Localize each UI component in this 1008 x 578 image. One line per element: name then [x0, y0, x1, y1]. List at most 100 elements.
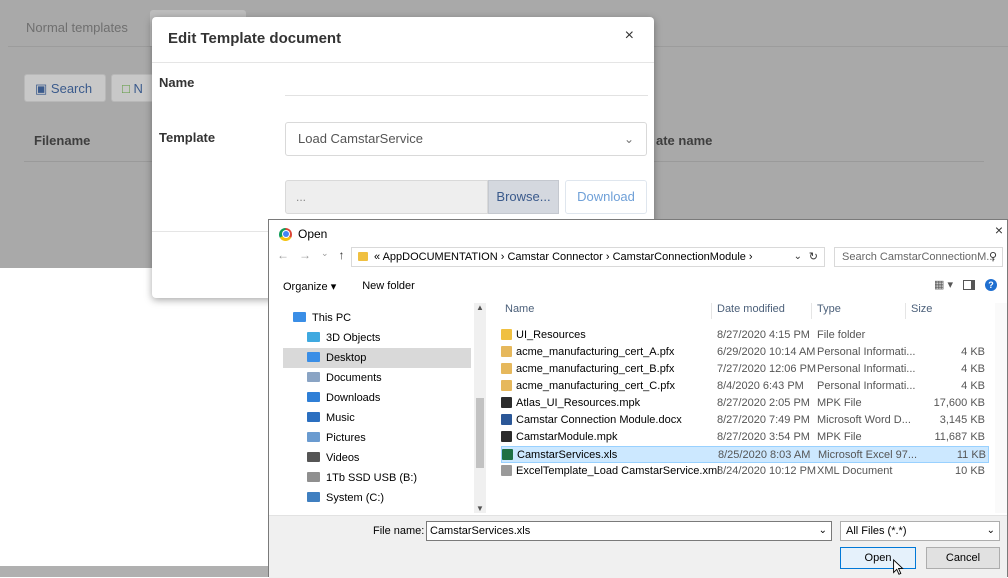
mpk-file-icon: [501, 431, 512, 442]
folder-icon: [501, 329, 512, 340]
navigation-scrollbar[interactable]: ▲ ▼: [474, 303, 486, 513]
nav-item-label: Downloads: [326, 392, 381, 404]
nav-item-label: Videos: [326, 452, 360, 464]
certificate-icon: [501, 346, 512, 357]
template-select[interactable]: Load CamstarService ⌄: [285, 122, 647, 156]
chevron-down-icon[interactable]: ⌄: [794, 251, 802, 262]
tab-normal-templates[interactable]: Normal templates: [8, 10, 146, 46]
nav-item-desktop[interactable]: Desktop: [283, 348, 471, 368]
back-arrow-icon[interactable]: ←: [277, 248, 289, 262]
nav-item-system-drive[interactable]: System (C:): [283, 488, 471, 508]
file-row-selected[interactable]: CamstarServices.xls 8/25/2020 8:03 AM Mi…: [501, 446, 989, 463]
file-path-field[interactable]: ...: [285, 180, 488, 214]
scroll-down-icon[interactable]: ▼: [476, 504, 484, 513]
file-row[interactable]: ExcelTemplate_Load CamstarService.xml 8/…: [501, 463, 989, 480]
file-name: CamstarServices.xls: [517, 449, 618, 461]
file-type: MPK File: [817, 431, 862, 443]
nav-item-label: 1Tb SSD USB (B:): [326, 472, 418, 484]
organize-menu[interactable]: Organize ▾: [283, 280, 336, 293]
search-button[interactable]: ▣ Search: [24, 74, 106, 102]
up-arrow-icon[interactable]: ↑: [339, 248, 345, 262]
browse-button[interactable]: Browse...: [488, 180, 559, 214]
documents-icon: [307, 372, 320, 382]
column-header-date-modified[interactable]: Date modified: [717, 303, 785, 315]
column-header-filename[interactable]: Filename: [34, 133, 90, 148]
file-date: 7/27/2020 12:06 PM: [717, 363, 817, 375]
refresh-icon[interactable]: ↻: [809, 250, 818, 263]
file-row[interactable]: acme_manufacturing_cert_B.pfx 7/27/2020 …: [501, 361, 989, 378]
excel-icon: [502, 449, 513, 460]
file-row[interactable]: acme_manufacturing_cert_C.pfx 8/4/2020 6…: [501, 378, 989, 395]
modal-close-icon[interactable]: ×: [625, 27, 634, 45]
name-input[interactable]: [285, 95, 648, 96]
download-button[interactable]: Download: [565, 180, 647, 214]
chevron-down-icon[interactable]: ⌄: [819, 522, 827, 540]
address-path[interactable]: « AppDOCUMENTATION › Camstar Connector ›…: [374, 251, 753, 263]
nav-item-this-pc[interactable]: This PC: [283, 308, 471, 328]
system-drive-icon: [307, 492, 320, 502]
file-name-input[interactable]: CamstarServices.xls ⌄: [426, 521, 832, 541]
file-type-select[interactable]: All Files (*.*) ⌄: [840, 521, 1000, 541]
modal-header-divider: [152, 62, 654, 63]
column-header-size[interactable]: Size: [911, 303, 932, 315]
file-type: Microsoft Word D...: [817, 414, 911, 426]
nav-item-label: Desktop: [326, 352, 367, 364]
file-size: 11 KB: [956, 449, 986, 461]
scrollbar-thumb[interactable]: [476, 398, 484, 468]
search-input[interactable]: Search CamstarConnectionM... ⚲: [834, 247, 1003, 267]
modal-title: Edit Template document: [168, 30, 342, 47]
search-placeholder: Search CamstarConnectionM...: [842, 251, 996, 263]
column-header-name[interactable]: Name: [505, 303, 534, 315]
file-list-scrollbar[interactable]: [995, 303, 1007, 513]
nav-item-music[interactable]: Music: [283, 408, 471, 428]
file-row[interactable]: CamstarModule.mpk 8/27/2020 3:54 PM MPK …: [501, 429, 989, 446]
file-date: 8/27/2020 2:05 PM: [717, 397, 810, 409]
pictures-icon: [307, 432, 320, 442]
file-row[interactable]: UI_Resources 8/27/2020 4:15 PM File fold…: [501, 327, 989, 344]
dialog-close-icon[interactable]: ×: [995, 222, 1003, 238]
nav-item-downloads[interactable]: Downloads: [283, 388, 471, 408]
file-name: acme_manufacturing_cert_A.pfx: [516, 346, 675, 358]
nav-item-3d-objects[interactable]: 3D Objects: [283, 328, 471, 348]
file-name: Camstar Connection Module.docx: [516, 414, 682, 426]
open-file-dialog: Open × ← → ⌄ ↑ « AppDOCUMENTATION › Cams…: [268, 219, 1008, 578]
file-row[interactable]: acme_manufacturing_cert_A.pfx 6/29/2020 …: [501, 344, 989, 361]
file-name: Atlas_UI_Resources.mpk: [516, 397, 641, 409]
view-options-icon[interactable]: ▦ ▾: [934, 278, 953, 291]
file-size: 17,600 KB: [933, 397, 985, 409]
preview-pane-icon[interactable]: [963, 279, 975, 290]
nav-item-label: Documents: [326, 372, 382, 384]
nav-item-documents[interactable]: Documents: [283, 368, 471, 388]
column-divider[interactable]: [905, 303, 906, 319]
certificate-icon: [501, 363, 512, 374]
new-folder-button[interactable]: New folder: [362, 280, 415, 293]
help-icon[interactable]: ?: [985, 278, 997, 291]
download-icon: [307, 392, 320, 402]
recent-dropdown-icon[interactable]: ⌄: [321, 248, 329, 262]
dialog-titlebar: Open: [279, 226, 327, 242]
address-bar[interactable]: « AppDOCUMENTATION › Camstar Connector ›…: [351, 247, 825, 267]
mouse-pointer-icon: [893, 558, 904, 575]
column-header-type[interactable]: Type: [817, 303, 841, 315]
file-row[interactable]: Atlas_UI_Resources.mpk 8/27/2020 2:05 PM…: [501, 395, 989, 412]
drive-icon: [307, 472, 320, 482]
column-header-template-name[interactable]: ate name: [656, 133, 712, 148]
file-row[interactable]: Camstar Connection Module.docx 8/27/2020…: [501, 412, 989, 429]
navigation-pane: This PC 3D Objects Desktop Documents Dow…: [269, 303, 474, 515]
file-type: File folder: [817, 329, 866, 341]
nav-item-label: This PC: [312, 312, 352, 324]
forward-arrow-icon[interactable]: →: [299, 248, 311, 262]
nav-item-pictures[interactable]: Pictures: [283, 428, 471, 448]
chevron-down-icon: ⌄: [623, 132, 634, 146]
scroll-up-icon[interactable]: ▲: [476, 303, 484, 312]
cancel-button[interactable]: Cancel: [926, 547, 1000, 569]
file-name: UI_Resources: [516, 329, 586, 341]
nav-item-label: Pictures: [326, 432, 366, 444]
nav-item-usb-drive[interactable]: 1Tb SSD USB (B:): [283, 468, 471, 488]
column-divider[interactable]: [711, 303, 712, 319]
file-date: 8/27/2020 4:15 PM: [717, 329, 810, 341]
file-type: Personal Informati...: [817, 380, 916, 392]
column-divider[interactable]: [811, 303, 812, 319]
nav-item-videos[interactable]: Videos: [283, 448, 471, 468]
cube-icon: [307, 332, 320, 342]
